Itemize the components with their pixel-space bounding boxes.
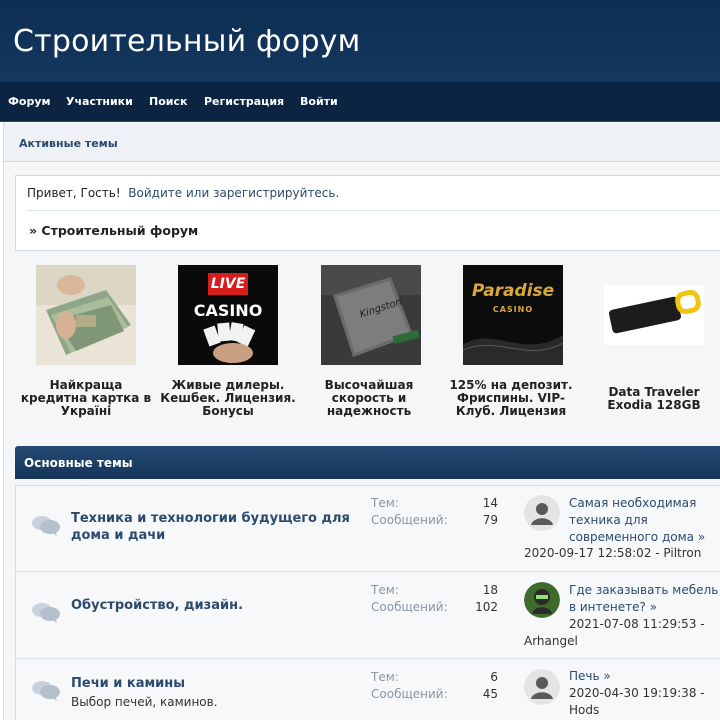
banner-casino-text: CASINO <box>193 301 263 320</box>
topics-label: Тем: <box>371 670 399 684</box>
topics-label: Тем: <box>371 496 399 510</box>
topics-label: Тем: <box>371 583 399 597</box>
banner-casino-text: CASINO <box>492 305 534 314</box>
usb-drive-photo-icon[interactable] <box>604 285 704 345</box>
nav-search[interactable]: Поиск <box>149 95 187 108</box>
last-post-link[interactable]: Самая необходимая техника для современно… <box>569 495 720 546</box>
ad-usb-drive[interactable]: Data Traveler Exodia 128GB <box>584 265 720 425</box>
chat-bubbles-icon <box>32 681 60 701</box>
topics-count: 18 <box>482 583 498 597</box>
board-title[interactable]: Техника и технологии будущего для дома и… <box>71 510 361 544</box>
welcome-box: Привет, Гость! Войдите или зарегистрируй… <box>15 175 720 251</box>
posts-count: 79 <box>482 513 498 527</box>
posts-label: Сообщений: <box>371 600 448 614</box>
ad-live-casino[interactable]: LIVE CASINO Живые дилеры. Кешбек. Лиценз… <box>158 265 298 425</box>
ad-caption[interactable]: Data Traveler Exodia 128GB <box>584 386 720 412</box>
forum-breadcrumb[interactable]: » Строительный форум <box>29 223 198 238</box>
ad-caption[interactable]: 125% на депозит. Фриспины. VIP-Клуб. Лиц… <box>441 379 581 418</box>
banner-paradise-text: Paradise <box>471 281 555 301</box>
paradise-casino-banner-icon[interactable]: Paradise CASINO <box>463 265 563 365</box>
site-header: Строительный форум <box>0 0 720 82</box>
posts-count: 102 <box>475 600 498 614</box>
nav-login[interactable]: Войти <box>300 95 338 108</box>
topics-count: 6 <box>490 670 498 684</box>
breadcrumb: Активные темы <box>4 124 720 162</box>
default-avatar-icon[interactable] <box>524 495 560 531</box>
divider <box>27 210 720 211</box>
nav-members[interactable]: Участники <box>66 95 133 108</box>
board-title[interactable]: Печи и камины <box>71 675 361 692</box>
last-post-meta: 2020-09-17 12:58:02 - Piltron <box>524 546 702 560</box>
ssd-photo-icon[interactable]: Kingston <box>321 265 421 365</box>
board-row: Печи и камины Выбор печей, каминов. Тем:… <box>15 659 720 720</box>
last-post-link[interactable]: Печь » <box>569 668 720 685</box>
board-row: Обустройство, дизайн. Тем: 18 Сообщений:… <box>15 572 720 659</box>
nav-forum[interactable]: Форум <box>8 95 51 108</box>
nav-register[interactable]: Регистрация <box>204 95 284 108</box>
banner-live-text: LIVE <box>210 276 246 292</box>
register-link[interactable]: зарегистрируйтесь. <box>213 186 339 200</box>
money-photo-icon[interactable] <box>36 265 136 365</box>
ad-paradise-casino[interactable]: Paradise CASINO 125% на депозит. Фриспин… <box>441 265 581 425</box>
site-title[interactable]: Строительный форум <box>13 24 360 59</box>
chat-bubbles-icon <box>32 516 60 536</box>
live-casino-banner-icon[interactable]: LIVE CASINO <box>178 265 278 365</box>
board-description: Выбор печей, каминов. <box>71 695 218 709</box>
ad-caption[interactable]: Высочайшая скорость и надежность <box>299 379 439 418</box>
last-post-date: 2020-04-30 19:19:38 - <box>569 686 705 700</box>
section-title: Основные темы <box>24 456 133 470</box>
last-post-link[interactable]: Где заказывать мебель в интенете? » <box>569 582 720 616</box>
last-post-author[interactable]: Arhangel <box>524 633 720 650</box>
main-nav: Форум Участники Поиск Регистрация Войти <box>0 82 720 122</box>
posts-label: Сообщений: <box>371 687 448 701</box>
greeting-text: Привет, Гость! <box>27 186 121 200</box>
ad-ssd[interactable]: Kingston Высочайшая скорость и надежност… <box>299 265 439 425</box>
ad-caption[interactable]: Найкраща кредитна картка в Україні <box>16 379 156 418</box>
login-link[interactable]: Войдите <box>128 186 182 200</box>
chat-bubbles-icon <box>32 603 60 623</box>
or-text: или <box>185 186 210 200</box>
main-topics-header: Основные темы <box>15 446 720 479</box>
greeting-line: Привет, Гость! Войдите или зарегистрируй… <box>27 186 339 200</box>
default-avatar-icon[interactable] <box>524 669 560 705</box>
ad-caption[interactable]: Живые дилеры. Кешбек. Лицензия. Бонусы <box>158 379 298 418</box>
last-post-date: 2021-07-08 11:29:53 - <box>569 617 705 631</box>
ad-credit-card[interactable]: Найкраща кредитна картка в Україні <box>16 265 156 425</box>
topics-count: 14 <box>482 496 498 510</box>
posts-label: Сообщений: <box>371 513 448 527</box>
active-topics-link[interactable]: Активные темы <box>19 137 118 150</box>
board-title[interactable]: Обустройство, дизайн. <box>71 597 361 614</box>
last-post-author[interactable]: Hods <box>569 702 720 719</box>
board-row: Техника и технологии будущего для дома и… <box>15 485 720 572</box>
green-avatar-icon[interactable] <box>524 582 560 618</box>
posts-count: 45 <box>482 687 498 701</box>
